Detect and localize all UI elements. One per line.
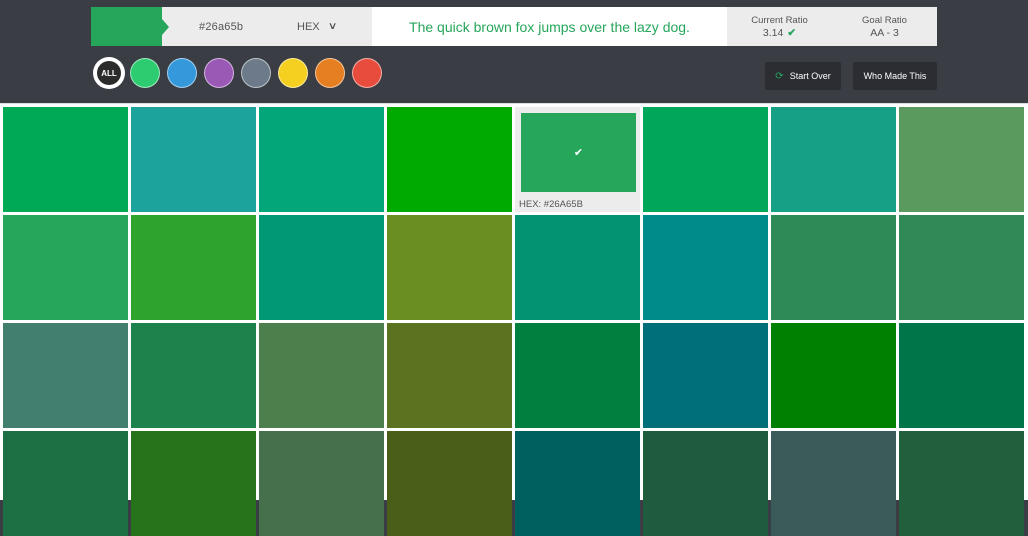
check-icon: ✔	[573, 147, 584, 159]
color-swatch-cell[interactable]	[899, 323, 1024, 428]
color-swatch-cell[interactable]	[3, 431, 128, 536]
color-filter-bar: ALL	[93, 57, 389, 89]
color-swatch-cell[interactable]	[899, 107, 1024, 212]
filter-yellow-button[interactable]	[278, 58, 308, 88]
goal-ratio-label: Goal Ratio	[862, 14, 907, 26]
color-swatch-cell[interactable]	[643, 107, 768, 212]
format-label: HEX	[297, 20, 320, 33]
color-swatch-cell[interactable]	[3, 215, 128, 320]
ratio-panel: Current Ratio 3.14 ✔ Goal Ratio AA - 3	[727, 7, 937, 46]
color-swatch-cell[interactable]	[899, 215, 1024, 320]
filter-red-button[interactable]	[352, 58, 382, 88]
color-swatch-cell[interactable]	[643, 431, 768, 536]
color-swatch-cell[interactable]	[259, 323, 384, 428]
filter-orange-button[interactable]	[315, 58, 345, 88]
filter-gray-button[interactable]	[241, 58, 271, 88]
color-swatch-cell[interactable]	[515, 431, 640, 536]
hex-value-field[interactable]: #26a65b	[199, 21, 297, 33]
filter-blue-button[interactable]	[167, 58, 197, 88]
color-swatch-cell[interactable]	[259, 107, 384, 212]
selected-swatch-caption: HEX: #26A65B	[519, 199, 583, 210]
color-swatch-cell[interactable]	[3, 323, 128, 428]
start-over-label: Start Over	[789, 71, 831, 81]
color-swatch-cell[interactable]	[259, 431, 384, 536]
color-swatch-cell[interactable]	[259, 215, 384, 320]
color-swatch-cell[interactable]	[131, 215, 256, 320]
filter-all-button[interactable]: ALL	[93, 57, 125, 89]
color-swatch-cell[interactable]	[131, 431, 256, 536]
check-icon: ✔	[787, 26, 797, 39]
selected-color-swatch-cell[interactable]: ✔ HEX: #26A65B	[515, 107, 640, 212]
current-ratio-label: Current Ratio	[751, 14, 808, 26]
refresh-icon: ⟳	[775, 70, 784, 82]
selected-swatch-color: ✔	[521, 113, 636, 192]
color-swatch-cell[interactable]	[387, 107, 512, 212]
goal-ratio[interactable]: Goal Ratio AA - 3	[832, 7, 937, 46]
filter-green-button[interactable]	[130, 58, 160, 88]
contrast-toolbar: #26a65b HEX ∨ The quick brown fox jumps …	[91, 7, 937, 46]
color-swatch-cell[interactable]	[387, 215, 512, 320]
current-color-swatch[interactable]	[91, 7, 169, 46]
start-over-button[interactable]: ⟳ Start Over	[765, 62, 841, 90]
color-grid: ✔ HEX: #26A65B	[0, 103, 1028, 536]
color-swatch-cell[interactable]	[387, 431, 512, 536]
format-select[interactable]: HEX ∨	[297, 20, 338, 33]
hex-input-area: #26a65b HEX ∨	[162, 7, 372, 46]
color-swatch-cell[interactable]	[387, 323, 512, 428]
color-swatch-cell[interactable]	[643, 215, 768, 320]
filter-all-label: ALL	[97, 61, 121, 85]
current-ratio: Current Ratio 3.14 ✔	[727, 7, 832, 46]
current-ratio-value: 3.14	[762, 26, 784, 39]
goal-ratio-value: AA - 3	[870, 26, 899, 39]
color-swatch-cell[interactable]	[771, 215, 896, 320]
color-swatch-cell[interactable]	[771, 107, 896, 212]
color-swatch-cell[interactable]	[131, 107, 256, 212]
who-made-this-button[interactable]: Who Made This	[853, 62, 937, 90]
color-swatch-cell[interactable]	[771, 431, 896, 536]
sample-text: The quick brown fox jumps over the lazy …	[409, 18, 690, 35]
color-swatch-cell[interactable]	[515, 323, 640, 428]
color-swatch-cell[interactable]	[899, 431, 1024, 536]
color-swatch-cell[interactable]	[515, 215, 640, 320]
filter-purple-button[interactable]	[204, 58, 234, 88]
color-swatch-cell[interactable]	[3, 107, 128, 212]
color-swatch-cell[interactable]	[131, 323, 256, 428]
chevron-down-icon: ∨	[327, 21, 338, 32]
color-swatch-cell[interactable]	[643, 323, 768, 428]
color-swatch-cell[interactable]	[771, 323, 896, 428]
who-made-this-label: Who Made This	[863, 71, 927, 81]
